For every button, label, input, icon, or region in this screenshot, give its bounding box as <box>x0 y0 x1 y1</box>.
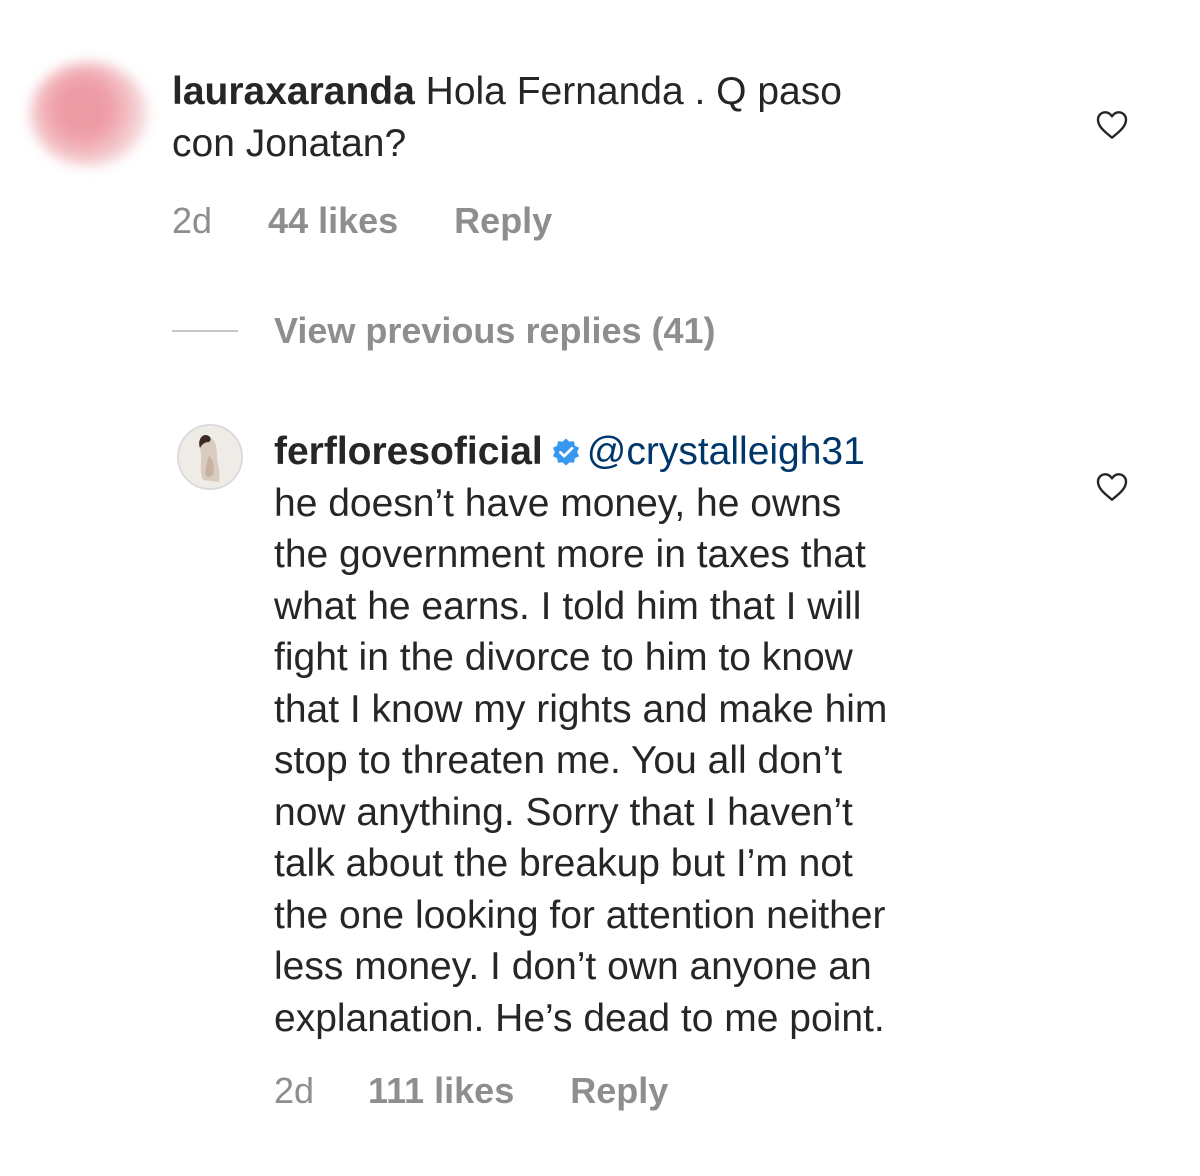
reply-meta: 2d 111 likes Reply <box>274 1070 668 1112</box>
avatar[interactable] <box>30 62 148 166</box>
heart-outline-icon[interactable] <box>1096 110 1128 140</box>
avatar[interactable] <box>177 424 243 490</box>
view-previous-replies[interactable]: View previous replies (41) <box>172 310 716 352</box>
comment-username[interactable]: lauraxaranda <box>172 70 415 113</box>
reply-likes[interactable]: 111 likes <box>368 1070 514 1112</box>
comment-body: lauraxaranda Hola Fernanda . Q paso con … <box>172 66 1052 169</box>
reply-button[interactable]: Reply <box>570 1070 668 1112</box>
mention-link[interactable]: @crystalleigh31 <box>587 430 865 473</box>
comment-likes[interactable]: 44 likes <box>268 200 398 242</box>
view-previous-replies-label[interactable]: View previous replies (41) <box>274 310 716 352</box>
reply-body: ferfloresoficial @crystalleigh31 he doesn… <box>274 426 1074 1044</box>
divider <box>172 330 238 332</box>
reply-age: 2d <box>274 1070 315 1111</box>
comment-meta: 2d 44 likes Reply <box>172 200 552 242</box>
comment-age: 2d <box>172 200 213 241</box>
verified-badge-icon <box>552 438 579 466</box>
reply-username[interactable]: ferfloresoficial <box>274 430 543 473</box>
profile-photo <box>179 426 241 488</box>
heart-outline-icon[interactable] <box>1096 472 1128 502</box>
reply-text: he doesn’t have money, he owns the gover… <box>274 481 888 1040</box>
reply-button[interactable]: Reply <box>454 200 552 242</box>
